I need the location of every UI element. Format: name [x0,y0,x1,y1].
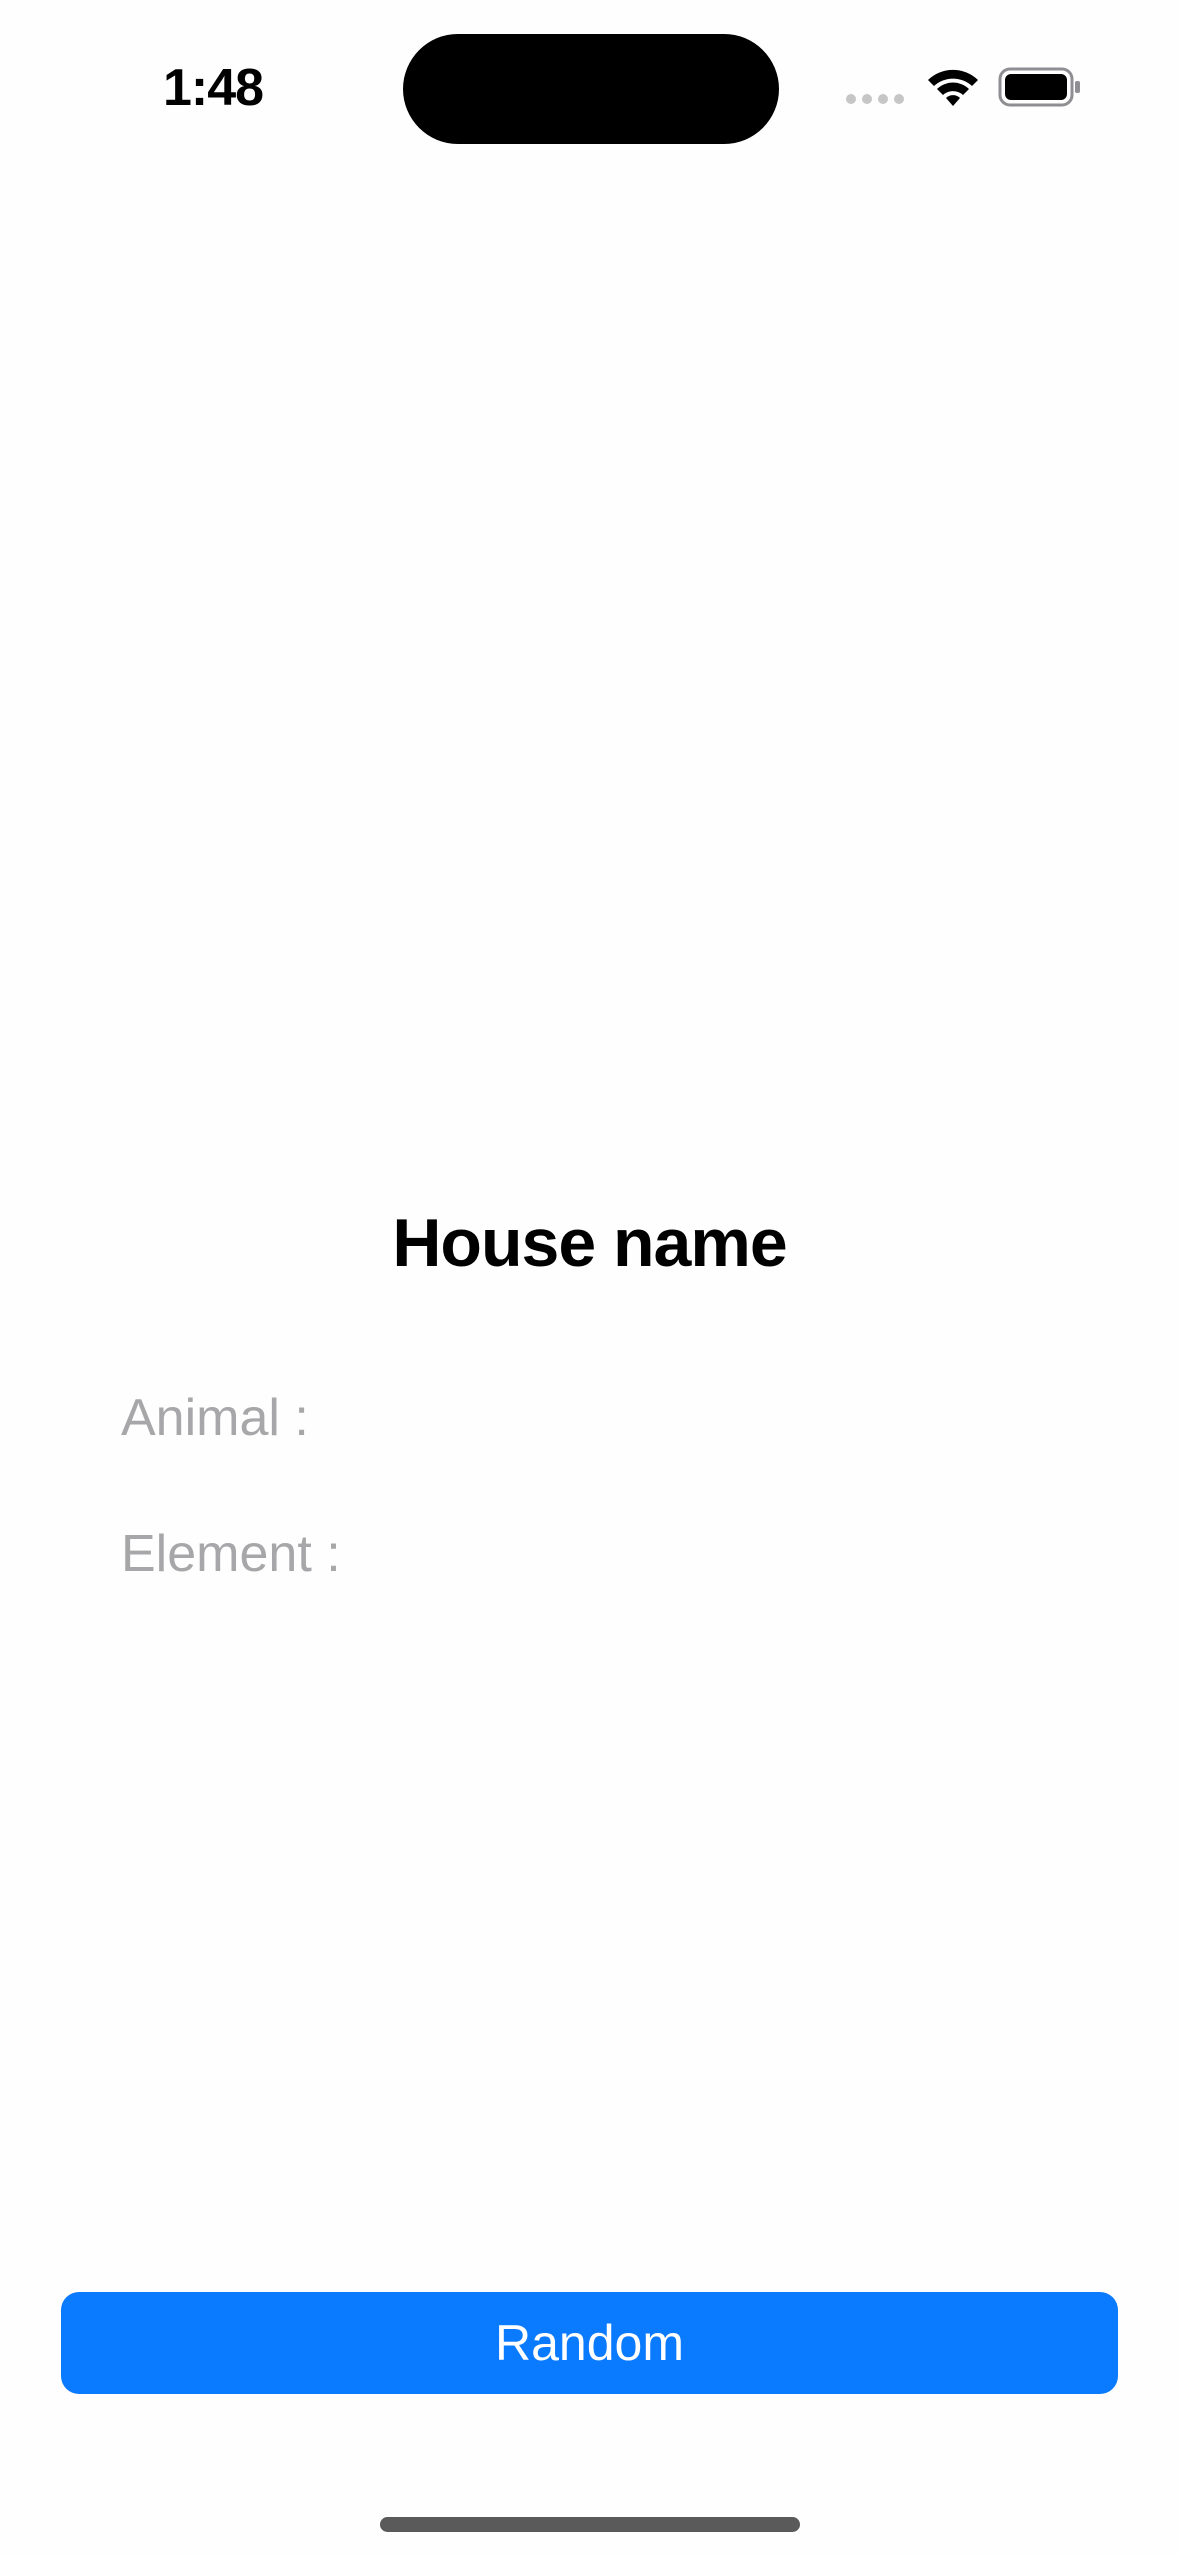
animal-label: Animal : [121,1389,309,1447]
status-time: 1:48 [163,59,264,117]
random-button[interactable]: Random [61,2292,1118,2394]
page-title: House name [392,1205,787,1281]
battery-icon [998,67,1080,107]
wifi-icon [928,69,978,106]
dynamic-island [403,34,779,144]
home-indicator[interactable] [380,2517,800,2532]
cellular-signal-icon [846,94,904,104]
element-label: Element : [121,1525,341,1583]
